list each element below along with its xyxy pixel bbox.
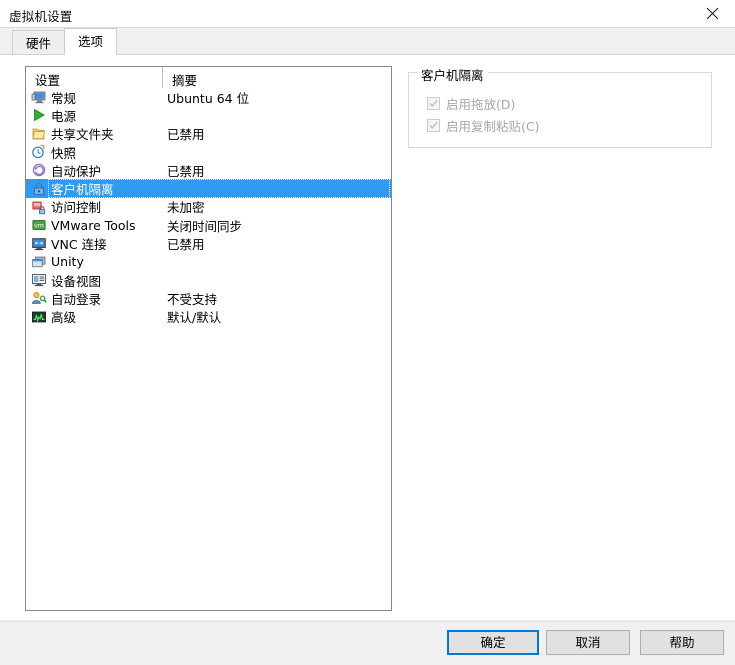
window-title: 虚拟机设置	[9, 9, 73, 24]
list-item-label: Unity	[51, 254, 84, 270]
vnc-connection-icon	[31, 236, 47, 252]
unity-icon	[31, 254, 47, 270]
column-divider[interactable]	[162, 67, 163, 88]
list-item-auto-login[interactable]: 自动登录 不受支持	[26, 289, 391, 307]
auto-login-icon	[31, 290, 47, 306]
enable-copy-paste-checkbox[interactable]	[427, 119, 440, 132]
list-item-snapshot[interactable]: 快照	[26, 143, 391, 161]
list-item-label: 共享文件夹	[51, 127, 114, 143]
help-button[interactable]: 帮助	[640, 630, 724, 655]
list-item-summary: 默认/默认	[167, 310, 222, 326]
list-item-label: 访问控制	[51, 200, 102, 216]
svg-text:vm: vm	[34, 222, 44, 230]
shared-folder-icon	[31, 126, 47, 142]
tab-options[interactable]: 选项	[64, 28, 118, 55]
list-item-label: VNC 连接	[51, 237, 107, 253]
guest-isolation-group: 客户机隔离 启用拖放(D) 启用复制粘贴(C)	[408, 65, 712, 148]
list-item-device-view[interactable]: 设备视图	[26, 271, 391, 289]
advanced-icon	[31, 309, 47, 325]
enable-drag-drop-checkbox[interactable]	[427, 97, 440, 110]
list-item-general[interactable]: 常规 Ubuntu 64 位	[26, 88, 391, 106]
group-title: 客户机隔离	[417, 65, 488, 84]
autoprotect-icon	[31, 162, 47, 178]
close-button[interactable]	[690, 0, 735, 27]
list-item-guest-isolation[interactable]: 客户机隔离	[26, 179, 391, 198]
list-item-label: 客户机隔离	[51, 182, 114, 198]
list-item-label: 高级	[51, 310, 77, 326]
tab-strip: 硬件 选项	[0, 28, 735, 55]
content-area: 设置 摘要 常规 Ubuntu 64 位 电源 共享文件夹 已禁用 快照 自动保…	[0, 55, 735, 620]
list-item-label: 设备视图	[51, 273, 102, 289]
list-item-vmware-tools[interactable]: vm VMware Tools 关闭时间同步	[26, 216, 391, 234]
list-item-summary: 不受支持	[167, 291, 218, 307]
list-item-autoprotect[interactable]: 自动保护 已禁用	[26, 161, 391, 179]
list-item-summary: 已禁用	[167, 237, 205, 253]
list-item-label: 自动登录	[51, 291, 102, 307]
footer-bar: 确定 取消 帮助	[0, 622, 735, 665]
list-item-unity[interactable]: Unity	[26, 253, 391, 271]
enable-drag-drop-row[interactable]: 启用拖放(D)	[427, 94, 515, 113]
list-item-label: 快照	[51, 145, 77, 161]
power-play-icon	[31, 107, 47, 123]
enable-copy-paste-label: 启用复制粘贴(C)	[446, 119, 540, 134]
list-item-label: 自动保护	[51, 163, 102, 179]
list-item-summary: 未加密	[167, 200, 205, 216]
column-header-setting: 设置	[35, 73, 61, 88]
ok-button[interactable]: 确定	[447, 630, 539, 655]
list-item-label: 电源	[51, 108, 77, 124]
list-item-power[interactable]: 电源	[26, 106, 391, 124]
list-item-summary: Ubuntu 64 位	[167, 90, 250, 106]
list-item-access-control[interactable]: 访问控制 未加密	[26, 198, 391, 216]
lock-isolation-icon	[31, 181, 47, 197]
monitor-general-icon	[31, 89, 47, 105]
vmware-tools-icon: vm	[31, 217, 47, 233]
close-icon	[706, 7, 719, 20]
device-view-icon	[31, 272, 47, 288]
list-item-shared-folders[interactable]: 共享文件夹 已禁用	[26, 125, 391, 143]
list-item-summary: 已禁用	[167, 127, 205, 143]
column-header-summary: 摘要	[172, 73, 198, 88]
list-item-advanced[interactable]: 高级 默认/默认	[26, 308, 391, 326]
enable-copy-paste-row[interactable]: 启用复制粘贴(C)	[427, 116, 539, 135]
snapshot-clock-icon	[31, 144, 47, 160]
list-item-summary: 关闭时间同步	[167, 218, 243, 234]
list-item-vnc-connection[interactable]: VNC 连接 已禁用	[26, 234, 391, 252]
tab-hardware[interactable]: 硬件	[12, 30, 66, 55]
access-control-icon	[31, 199, 47, 215]
list-header: 设置 摘要	[26, 67, 391, 88]
enable-drag-drop-label: 启用拖放(D)	[446, 97, 516, 112]
list-body: 常规 Ubuntu 64 位 电源 共享文件夹 已禁用 快照 自动保护 已禁用 …	[26, 88, 391, 326]
cancel-button[interactable]: 取消	[546, 630, 630, 655]
list-item-summary: 已禁用	[167, 163, 205, 179]
guest-isolation-panel: 客户机隔离 启用拖放(D) 启用复制粘贴(C)	[405, 65, 715, 611]
list-item-label: VMware Tools	[51, 217, 136, 233]
list-item-label: 常规	[51, 90, 77, 106]
settings-list-panel[interactable]: 设置 摘要 常规 Ubuntu 64 位 电源 共享文件夹 已禁用 快照 自动保…	[25, 66, 392, 611]
title-bar: 虚拟机设置	[0, 0, 735, 28]
